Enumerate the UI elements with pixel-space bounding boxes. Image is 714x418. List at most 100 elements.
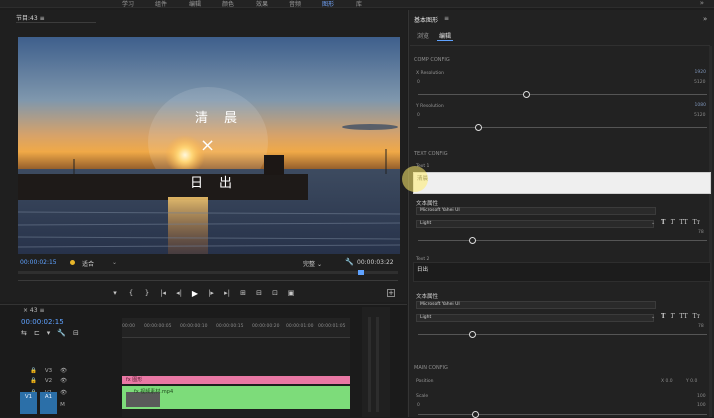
text1-size-slider[interactable] <box>418 237 707 244</box>
sequence-tab[interactable]: × 43 ≡ <box>23 307 45 314</box>
all-caps-icon[interactable]: TT <box>679 313 687 320</box>
text1-properties-label: 文本属性 <box>416 201 439 207</box>
workspace-tab[interactable]: 学习 <box>122 0 134 8</box>
track-header-v3[interactable]: 🔒 V3 👁 <box>30 366 120 375</box>
wrench-icon[interactable]: 🔧 <box>57 329 66 337</box>
lock-icon[interactable]: 🔒 <box>30 378 37 384</box>
position-y-value[interactable]: Y 0.0 <box>686 379 697 384</box>
go-to-in-icon[interactable]: |◂ <box>158 289 168 297</box>
workspace-tab-active[interactable]: 图形 <box>322 0 334 8</box>
workspace-tab[interactable]: 库 <box>356 0 362 8</box>
scale-top-value: 100 <box>697 394 706 399</box>
title-underline <box>16 22 96 23</box>
scale-slider[interactable] <box>418 411 707 418</box>
chevron-down-icon: ⌄ <box>316 261 322 268</box>
ruler-tick: 00:00:00:20 <box>252 324 280 329</box>
playhead-marker[interactable] <box>358 270 364 275</box>
export-frame-icon[interactable]: ⊡ <box>270 289 280 297</box>
text1-weight-select[interactable]: Light <box>416 220 654 228</box>
all-caps-icon[interactable]: TT <box>679 219 687 226</box>
x-resolution-max: 5120 <box>694 80 706 85</box>
source-patch-a1[interactable]: A1 <box>40 392 57 414</box>
ruler-tick: 00:00:00:05 <box>144 324 172 329</box>
mute-button[interactable]: M <box>60 402 65 408</box>
lock-icon[interactable]: 🔒 <box>30 368 37 374</box>
italic-icon[interactable]: T <box>670 313 674 320</box>
workspace-tab[interactable]: 组件 <box>155 0 167 8</box>
tab-browse[interactable]: 浏览 <box>417 31 429 40</box>
graphics-clip[interactable] <box>122 376 350 384</box>
add-marker-icon[interactable]: ▾ <box>110 289 120 297</box>
timeline-timecode[interactable]: 00:00:02:15 <box>21 318 64 326</box>
text1-input[interactable] <box>413 172 711 194</box>
eye-icon[interactable]: 👁 <box>60 390 67 396</box>
panel-scrollbar[interactable] <box>709 46 712 417</box>
video-clip-label: fx 视频素材.mp4 <box>134 389 174 395</box>
mark-in-icon[interactable]: { <box>126 289 136 297</box>
playhead-timecode[interactable]: 00:00:02:15 <box>20 259 57 266</box>
tab-edit[interactable]: 编辑 <box>439 31 451 40</box>
timeline-tools: ⇆ ⊏ ▾ 🔧 ⊟ <box>21 329 79 337</box>
workspace-tab[interactable]: 编辑 <box>189 0 201 8</box>
overlay-cross: × <box>200 135 216 156</box>
italic-icon[interactable]: T <box>670 219 674 226</box>
eye-icon[interactable]: 👁 <box>60 368 67 374</box>
video-preview: 清晨 × 日出 <box>18 37 400 254</box>
text2-value[interactable]: 日出 <box>417 265 428 273</box>
eye-icon[interactable]: 👁 <box>60 378 67 384</box>
button-editor-button[interactable]: + <box>387 289 395 297</box>
timeline-ruler[interactable]: 00:00 00:00:00:05 00:00:00:10 00:00:00:1… <box>122 318 350 338</box>
monitor-scrubber[interactable] <box>18 270 398 275</box>
monitor-ruler <box>18 276 398 281</box>
play-icon[interactable]: ▶ <box>190 289 200 298</box>
snap-icon[interactable]: ⊏ <box>34 329 40 337</box>
workspace-tab[interactable]: 颜色 <box>222 0 234 8</box>
playback-quality-select[interactable]: 完整 ⌄ <box>303 259 322 268</box>
menu-icon[interactable]: ≡ <box>40 15 45 22</box>
workspace-tab[interactable]: 音频 <box>289 0 301 8</box>
ruler-tick: 00:00:00:10 <box>180 324 208 329</box>
step-back-icon[interactable]: ◂| <box>174 289 184 297</box>
y-resolution-slider[interactable] <box>418 124 707 131</box>
text2-weight-select[interactable]: Light <box>416 314 654 322</box>
go-to-out-icon[interactable]: ▸| <box>222 289 232 297</box>
lift-icon[interactable]: ⊞ <box>238 289 248 297</box>
active-tab-indicator <box>437 40 453 41</box>
text2-font-select[interactable]: Microsoft Yahei UI <box>416 301 656 309</box>
step-forward-icon[interactable]: |▸ <box>206 289 216 297</box>
y-resolution-current[interactable]: 1080 <box>666 103 706 108</box>
slider-knob[interactable] <box>522 91 530 98</box>
menu-icon[interactable]: ≡ <box>444 15 449 22</box>
zoom-fit-select[interactable]: 适合 <box>82 259 94 268</box>
small-caps-icon[interactable]: Tт <box>693 313 700 320</box>
wrench-icon[interactable]: 🔧 <box>345 258 354 266</box>
comparison-view-icon[interactable]: ▣ <box>286 289 296 297</box>
text1-font-select[interactable]: Microsoft Yahei UI <box>416 207 656 215</box>
track-header-v2[interactable]: 🔒 V2 👁 <box>30 376 120 385</box>
more-panels-icon[interactable]: » <box>703 15 707 23</box>
bold-icon[interactable]: T <box>661 219 665 226</box>
cursor-highlight <box>402 166 428 192</box>
mark-out-icon[interactable]: } <box>142 289 152 297</box>
bold-icon[interactable]: T <box>661 313 665 320</box>
nest-icon[interactable]: ⇆ <box>21 329 27 337</box>
marker-icon[interactable]: ▾ <box>47 329 51 337</box>
monitor-title[interactable]: 节目:43 ≡ <box>16 13 45 22</box>
more-workspaces-icon[interactable]: » <box>700 0 704 7</box>
small-caps-icon[interactable]: Tт <box>693 219 700 226</box>
chevron-down-icon[interactable]: ⌄ <box>112 259 117 266</box>
source-patch-v1[interactable]: V1 <box>20 392 37 414</box>
captions-icon[interactable]: ⊟ <box>73 329 79 337</box>
ruler-tick: 00:00:01:00 <box>286 324 314 329</box>
text2-size-slider[interactable] <box>418 331 707 338</box>
panel-title[interactable]: 基本图形 <box>414 15 438 24</box>
x-resolution-current[interactable]: 1920 <box>666 70 706 75</box>
workspace-tab[interactable]: 效果 <box>256 0 268 8</box>
position-x-value[interactable]: X 0.0 <box>661 379 673 384</box>
x-resolution-slider[interactable] <box>418 91 707 98</box>
track-name: V3 <box>44 367 53 374</box>
extract-icon[interactable]: ⊟ <box>254 289 264 297</box>
workspace-bar: 学习 组件 编辑 颜色 效果 音频 图形 库 » <box>0 0 714 8</box>
text1-style-buttons: T T TT Tт <box>661 219 700 226</box>
text2-input[interactable] <box>413 262 711 282</box>
